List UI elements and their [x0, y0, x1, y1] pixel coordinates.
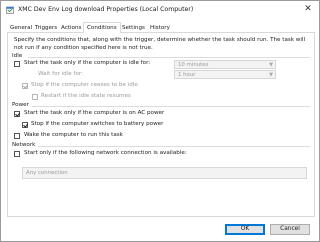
task-scheduler-icon [6, 6, 14, 14]
start-if-idle-label: Start the task only if the computer is i… [24, 60, 151, 66]
wake-computer-checkbox[interactable] [14, 133, 20, 139]
conditions-description: Specify the conditions that, along with … [14, 37, 306, 51]
idle-duration-value: 10 minutes [178, 62, 209, 68]
ac-power-label: Start the task only if the computer is o… [24, 110, 165, 116]
tab-actions[interactable]: Actions [58, 24, 84, 33]
tab-triggers[interactable]: Triggers [32, 24, 60, 33]
tab-bar: General Triggers Actions Conditions Sett… [7, 22, 315, 34]
properties-dialog: XMC Dev Env Log download Properties (Loc… [0, 0, 320, 242]
network-connection-value: Any connection [26, 170, 68, 176]
battery-checkbox[interactable] [22, 122, 28, 128]
idle-section-label: Idle [12, 53, 23, 59]
stop-if-not-idle-label: Stop if the computer ceases to be idle [31, 82, 138, 88]
power-divider [32, 106, 310, 107]
idle-duration-select[interactable]: 10 minutes ▼ [174, 60, 276, 69]
ac-power-checkbox[interactable] [14, 111, 20, 117]
cancel-button[interactable]: Cancel [270, 224, 310, 235]
close-button[interactable]: ✕ [301, 3, 315, 16]
tab-general[interactable]: General [7, 24, 35, 33]
start-if-idle-checkbox[interactable] [14, 61, 20, 67]
idle-divider [28, 57, 310, 58]
wait-duration-value: 1 hour [178, 72, 196, 78]
battery-label: Stop if the computer switches to battery… [31, 121, 164, 127]
conditions-panel: Specify the conditions that, along with … [7, 33, 315, 217]
network-condition-checkbox[interactable] [14, 151, 20, 157]
wait-for-idle-label: Wait for idle for: [38, 71, 83, 77]
network-section-label: Network [12, 142, 36, 148]
title-bar: XMC Dev Env Log download Properties (Loc… [1, 1, 319, 19]
network-condition-label: Start only if the following network conn… [24, 150, 187, 156]
ok-button[interactable]: OK [225, 224, 265, 235]
stop-if-not-idle-checkbox[interactable] [22, 83, 28, 89]
window-title: XMC Dev Env Log download Properties (Loc… [18, 6, 194, 13]
restart-if-idle-label: Restart if the idle state resumes [41, 93, 131, 99]
tab-settings[interactable]: Settings [119, 24, 148, 33]
power-section-label: Power [12, 102, 29, 108]
chevron-down-icon: ▼ [269, 72, 273, 78]
chevron-down-icon: ▼ [269, 62, 273, 68]
network-divider [38, 146, 310, 147]
tab-history[interactable]: History [147, 24, 173, 33]
wake-computer-label: Wake the computer to run this task [24, 132, 123, 138]
network-connection-select[interactable]: Any connection [22, 167, 307, 179]
restart-if-idle-checkbox[interactable] [32, 94, 38, 100]
wait-duration-select[interactable]: 1 hour ▼ [174, 70, 276, 79]
